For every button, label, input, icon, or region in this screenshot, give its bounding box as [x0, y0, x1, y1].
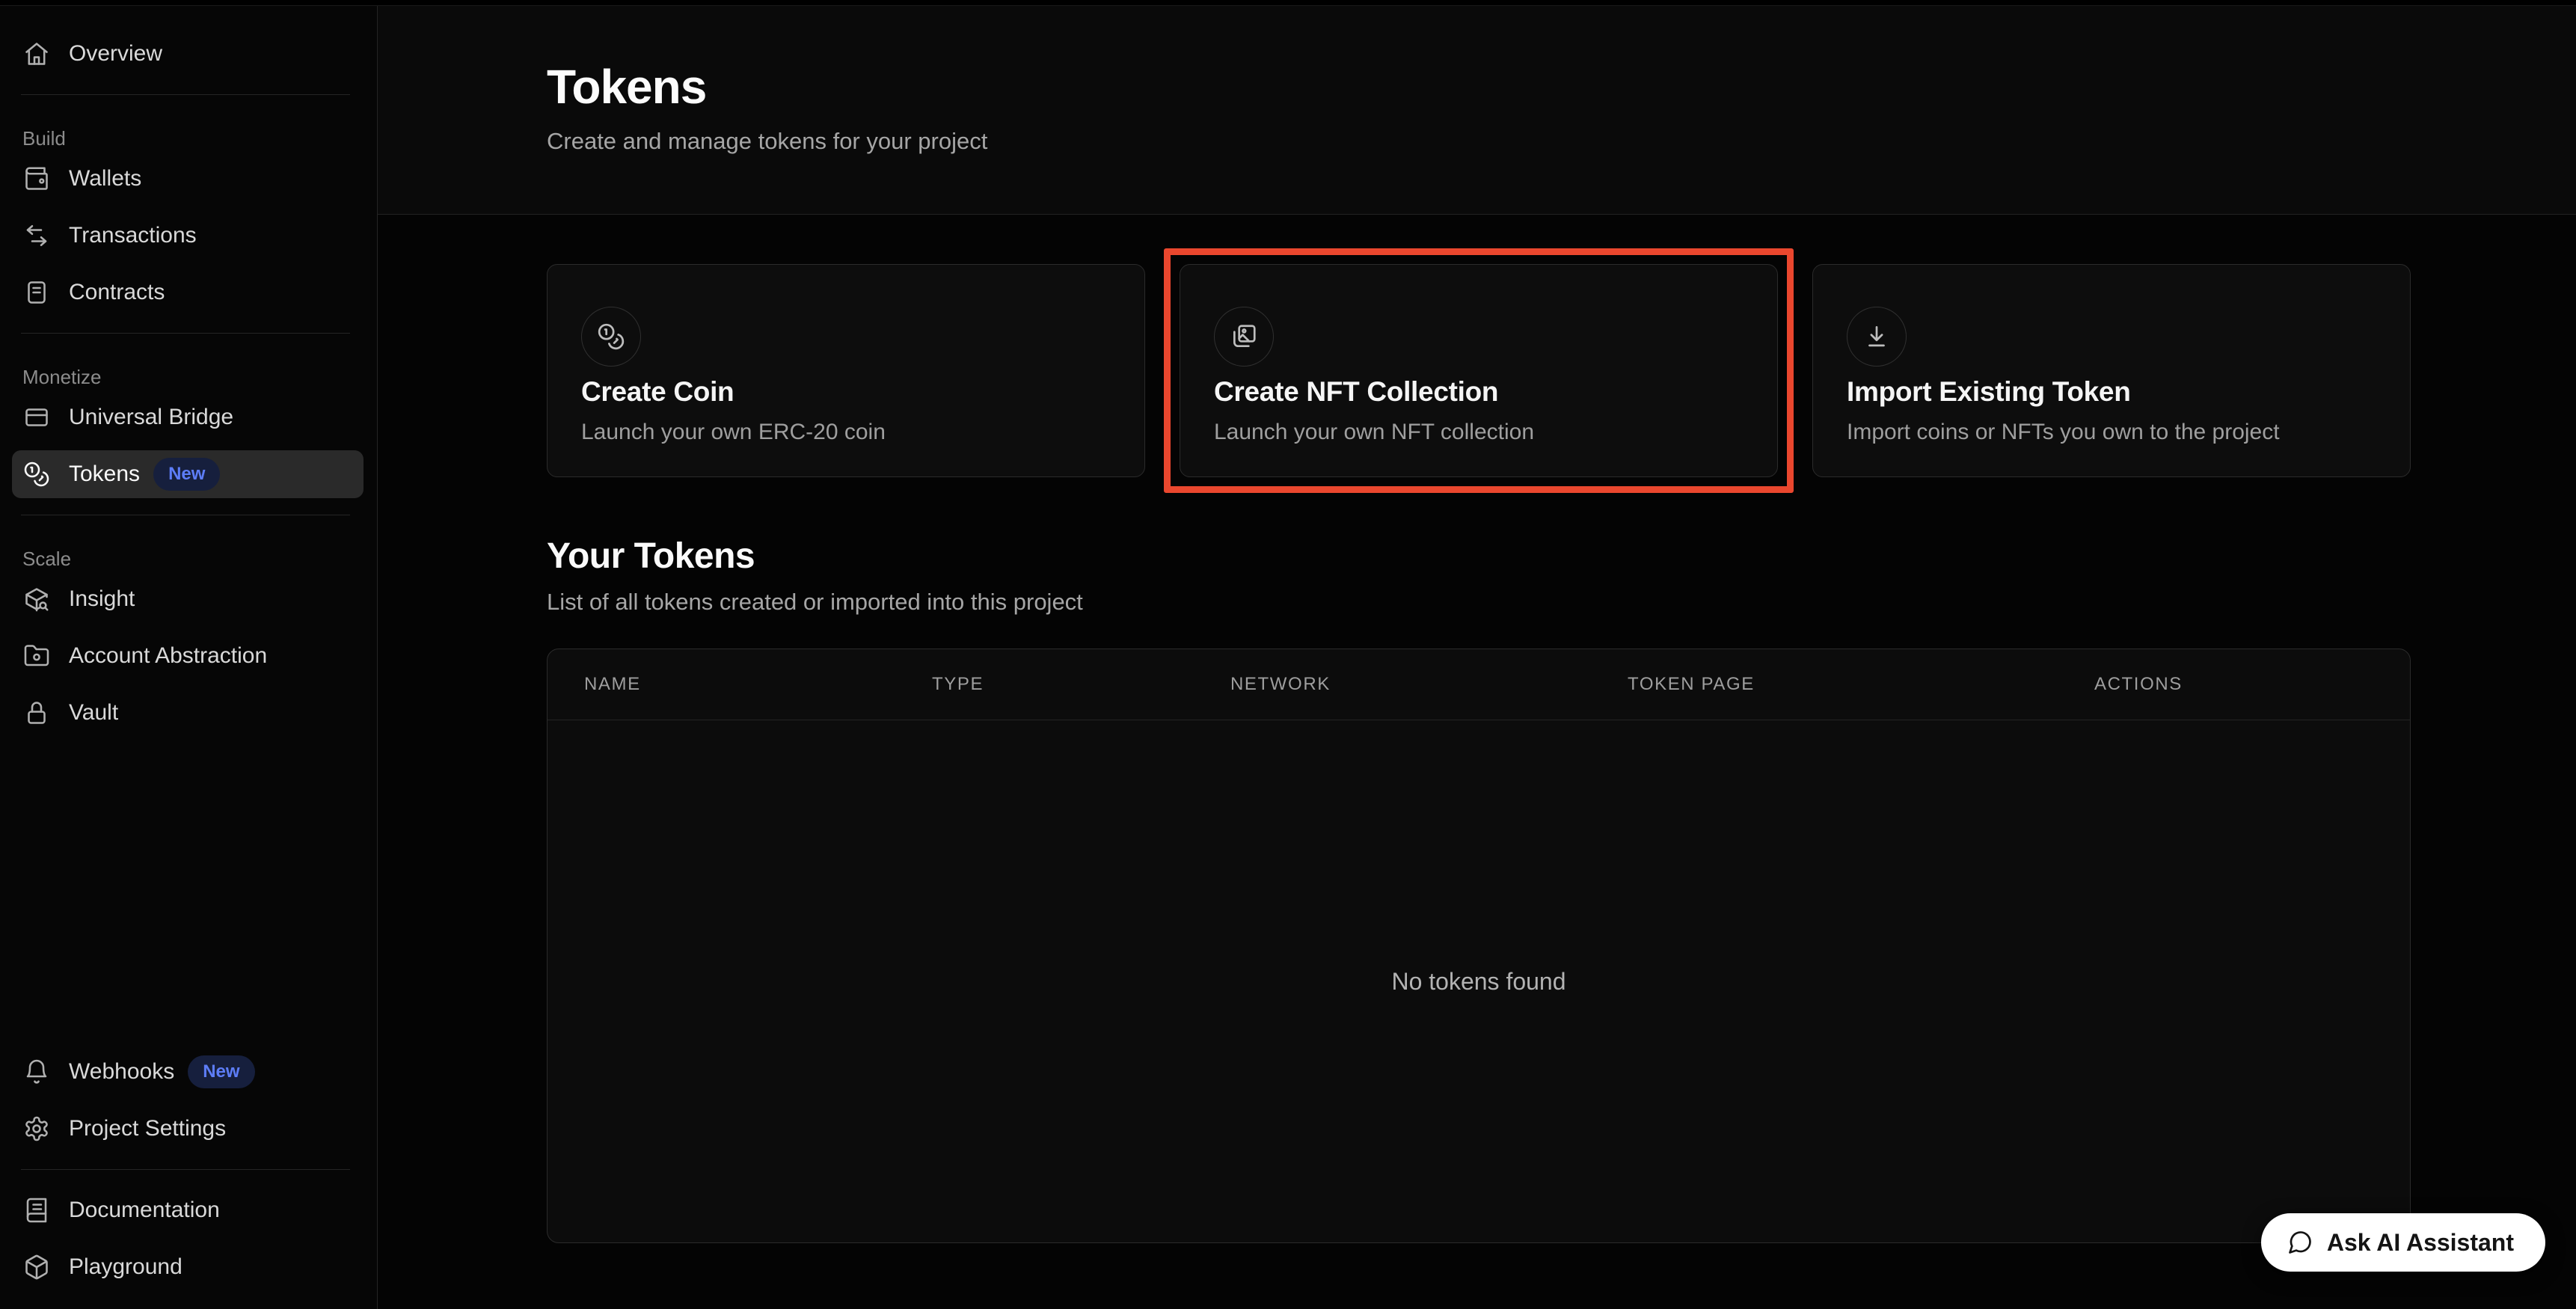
sidebar-item-webhooks[interactable]: Webhooks New: [0, 1043, 377, 1100]
folder-dot-icon: [22, 642, 51, 670]
card-title: Create Coin: [581, 376, 1111, 408]
ask-ai-assistant-button[interactable]: Ask AI Assistant: [2261, 1213, 2545, 1272]
cube-icon: [22, 1253, 51, 1281]
window-top-edge: [0, 0, 2576, 6]
card-description: Launch your own NFT collection: [1214, 420, 1744, 445]
contract-document-icon: [22, 278, 51, 307]
sidebar-item-wallets[interactable]: Wallets: [0, 150, 377, 207]
content-area: Create Coin Launch your own ERC-20 coin …: [378, 215, 2576, 1243]
sidebar-bottom-group: Webhooks New Project Settings Documentat…: [0, 1043, 377, 1296]
sidebar-item-account-abstraction[interactable]: Account Abstraction: [0, 628, 377, 684]
sidebar-item-vault[interactable]: Vault: [0, 684, 377, 741]
red-highlight-annotation: [1164, 248, 1794, 493]
sidebar-item-label: Vault: [69, 700, 118, 726]
create-nft-collection-card[interactable]: Create NFT Collection Launch your own NF…: [1180, 264, 1778, 477]
card-title: Create NFT Collection: [1214, 376, 1744, 408]
import-existing-token-card[interactable]: Import Existing Token Import coins or NF…: [1812, 264, 2411, 477]
sidebar-item-label: Insight: [69, 586, 135, 612]
empty-state-text: No tokens found: [548, 720, 2410, 1242]
sidebar-item-contracts[interactable]: Contracts: [0, 264, 377, 321]
new-badge: New: [153, 458, 220, 491]
bell-icon: [22, 1058, 51, 1086]
sidebar-divider: [21, 94, 350, 95]
sidebar-item-documentation[interactable]: Documentation: [0, 1182, 377, 1239]
main-content: Tokens Create and manage tokens for your…: [378, 0, 2576, 1309]
download-icon: [1847, 307, 1907, 367]
sidebar-item-label: Playground: [69, 1254, 183, 1280]
sidebar-item-label: Documentation: [69, 1198, 220, 1223]
sidebar-divider: [21, 1169, 350, 1170]
card-title: Import Existing Token: [1847, 376, 2376, 408]
sidebar-item-transactions[interactable]: Transactions: [0, 207, 377, 264]
sidebar-section-scale: Scale: [22, 547, 377, 571]
sidebar-divider: [21, 333, 350, 334]
sidebar-item-project-settings[interactable]: Project Settings: [0, 1100, 377, 1157]
section-subtitle: List of all tokens created or imported i…: [547, 589, 2411, 616]
page-subtitle: Create and manage tokens for your projec…: [547, 128, 2576, 155]
message-circle-icon: [2287, 1229, 2313, 1256]
sidebar-item-label: Webhooks: [69, 1059, 174, 1085]
coins-icon: [22, 460, 51, 488]
create-coin-card[interactable]: Create Coin Launch your own ERC-20 coin: [547, 264, 1145, 477]
ai-button-label: Ask AI Assistant: [2327, 1229, 2514, 1257]
app-window: Overview Build Wallets Transactions Cont…: [0, 0, 2576, 1309]
package-search-icon: [22, 585, 51, 613]
sidebar-section-build: Build: [22, 126, 377, 150]
create-options-row: Create Coin Launch your own ERC-20 coin …: [547, 264, 2411, 477]
column-header-type: TYPE: [895, 674, 1194, 695]
sidebar-item-playground[interactable]: Playground: [0, 1239, 377, 1296]
book-icon: [22, 1196, 51, 1224]
sidebar: Overview Build Wallets Transactions Cont…: [0, 0, 378, 1309]
sidebar-item-label: Account Abstraction: [69, 643, 267, 669]
sidebar-item-label: Tokens: [69, 462, 140, 487]
page-header: Tokens Create and manage tokens for your…: [378, 0, 2576, 215]
home-icon: [22, 40, 51, 68]
sidebar-item-overview[interactable]: Overview: [0, 25, 377, 82]
sidebar-item-universal-bridge[interactable]: Universal Bridge: [0, 389, 377, 446]
card-description: Launch your own ERC-20 coin: [581, 420, 1111, 445]
column-header-name: NAME: [548, 674, 895, 695]
gear-icon: [22, 1115, 51, 1143]
sidebar-item-tokens[interactable]: Tokens New: [12, 450, 364, 498]
tokens-table: NAME TYPE NETWORK TOKEN PAGE ACTIONS No …: [547, 649, 2411, 1243]
sidebar-item-label: Universal Bridge: [69, 405, 233, 430]
wallet-icon: [22, 165, 51, 193]
sidebar-item-label: Wallets: [69, 166, 141, 191]
sidebar-item-label: Transactions: [69, 223, 197, 248]
sidebar-item-label: Project Settings: [69, 1116, 226, 1141]
new-badge: New: [188, 1055, 254, 1088]
sidebar-item-insight[interactable]: Insight: [0, 571, 377, 628]
sidebar-item-label: Contracts: [69, 280, 165, 305]
your-tokens-section: Your Tokens List of all tokens created o…: [547, 536, 2411, 1243]
column-header-token-page: TOKEN PAGE: [1591, 674, 2058, 695]
coins-icon: [581, 307, 641, 367]
lock-icon: [22, 699, 51, 727]
column-header-actions: ACTIONS: [2058, 674, 2410, 695]
column-header-network: NETWORK: [1194, 674, 1591, 695]
tokens-table-header: NAME TYPE NETWORK TOKEN PAGE ACTIONS: [548, 649, 2410, 720]
card-description: Import coins or NFTs you own to the proj…: [1847, 420, 2376, 445]
arrows-left-right-icon: [22, 221, 51, 250]
sidebar-item-label: Overview: [69, 41, 162, 67]
sidebar-section-monetize: Monetize: [22, 365, 377, 389]
page-title: Tokens: [547, 59, 2576, 114]
credit-card-icon: [22, 403, 51, 432]
section-title: Your Tokens: [547, 536, 2411, 577]
image-icon: [1214, 307, 1274, 367]
